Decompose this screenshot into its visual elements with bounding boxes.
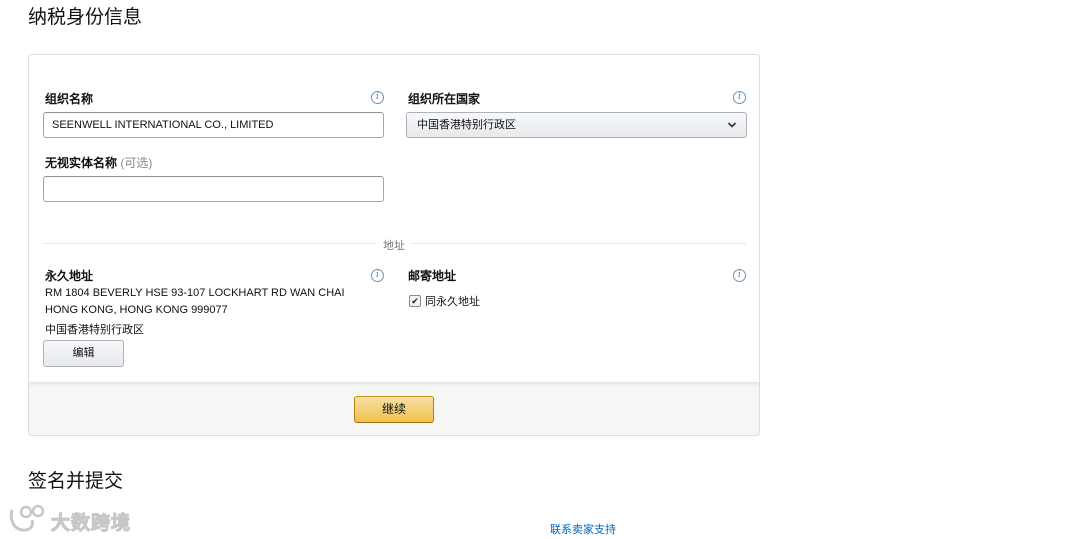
org-name-input[interactable] bbox=[43, 112, 384, 138]
info-icon[interactable]: i bbox=[371, 269, 384, 282]
watermark-text: 大数跨境 bbox=[50, 513, 132, 535]
permanent-address-label: 永久地址 bbox=[45, 269, 94, 283]
info-icon[interactable]: i bbox=[371, 91, 384, 104]
org-country-select[interactable]: 中国香港特别行政区 bbox=[406, 112, 747, 138]
sign-submit-title: 签名并提交 bbox=[28, 471, 124, 492]
org-name-label: 组织名称 bbox=[45, 92, 94, 106]
optional-hint: (可选) bbox=[120, 156, 153, 170]
address-divider-label: 地址 bbox=[383, 240, 405, 252]
address-line: 中国香港特别行政区 bbox=[45, 324, 144, 336]
continue-button[interactable]: 继续 bbox=[354, 396, 434, 423]
card-footer: 继续 bbox=[29, 382, 759, 435]
edit-address-button[interactable]: 编辑 bbox=[43, 340, 124, 367]
org-country-selected-value: 中国香港特别行政区 bbox=[417, 119, 516, 131]
divider bbox=[412, 243, 746, 244]
address-line: RM 1804 BEVERLY HSE 93-107 LOCKHART RD W… bbox=[45, 287, 345, 299]
same-as-permanent-checkbox[interactable]: ✔ bbox=[409, 295, 421, 307]
address-line: HONG KONG, HONG KONG 999077 bbox=[45, 304, 228, 316]
disregarded-entity-label: 无视实体名称 (可选) bbox=[45, 154, 152, 171]
divider bbox=[43, 243, 376, 244]
disregarded-entity-input[interactable] bbox=[43, 176, 384, 202]
info-icon[interactable]: i bbox=[733, 91, 746, 104]
tax-info-card: 组织名称 i 组织所在国家 i 中国香港特别行政区 无视实体名称 (可选) 地址… bbox=[28, 54, 760, 436]
watermark-logo: 大数跨境 bbox=[8, 504, 148, 535]
chevron-down-icon bbox=[727, 113, 737, 146]
disregarded-entity-label-text: 无视实体名称 bbox=[45, 156, 118, 170]
contact-support-link[interactable]: 联系卖家支持 bbox=[550, 521, 616, 537]
same-as-permanent-label[interactable]: 同永久地址 bbox=[425, 293, 480, 309]
mailing-address-label: 邮寄地址 bbox=[408, 269, 457, 283]
page-title: 纳税身份信息 bbox=[28, 7, 143, 28]
info-icon[interactable]: i bbox=[733, 269, 746, 282]
org-country-label: 组织所在国家 bbox=[408, 92, 481, 106]
checkmark-icon: ✔ bbox=[411, 296, 419, 306]
